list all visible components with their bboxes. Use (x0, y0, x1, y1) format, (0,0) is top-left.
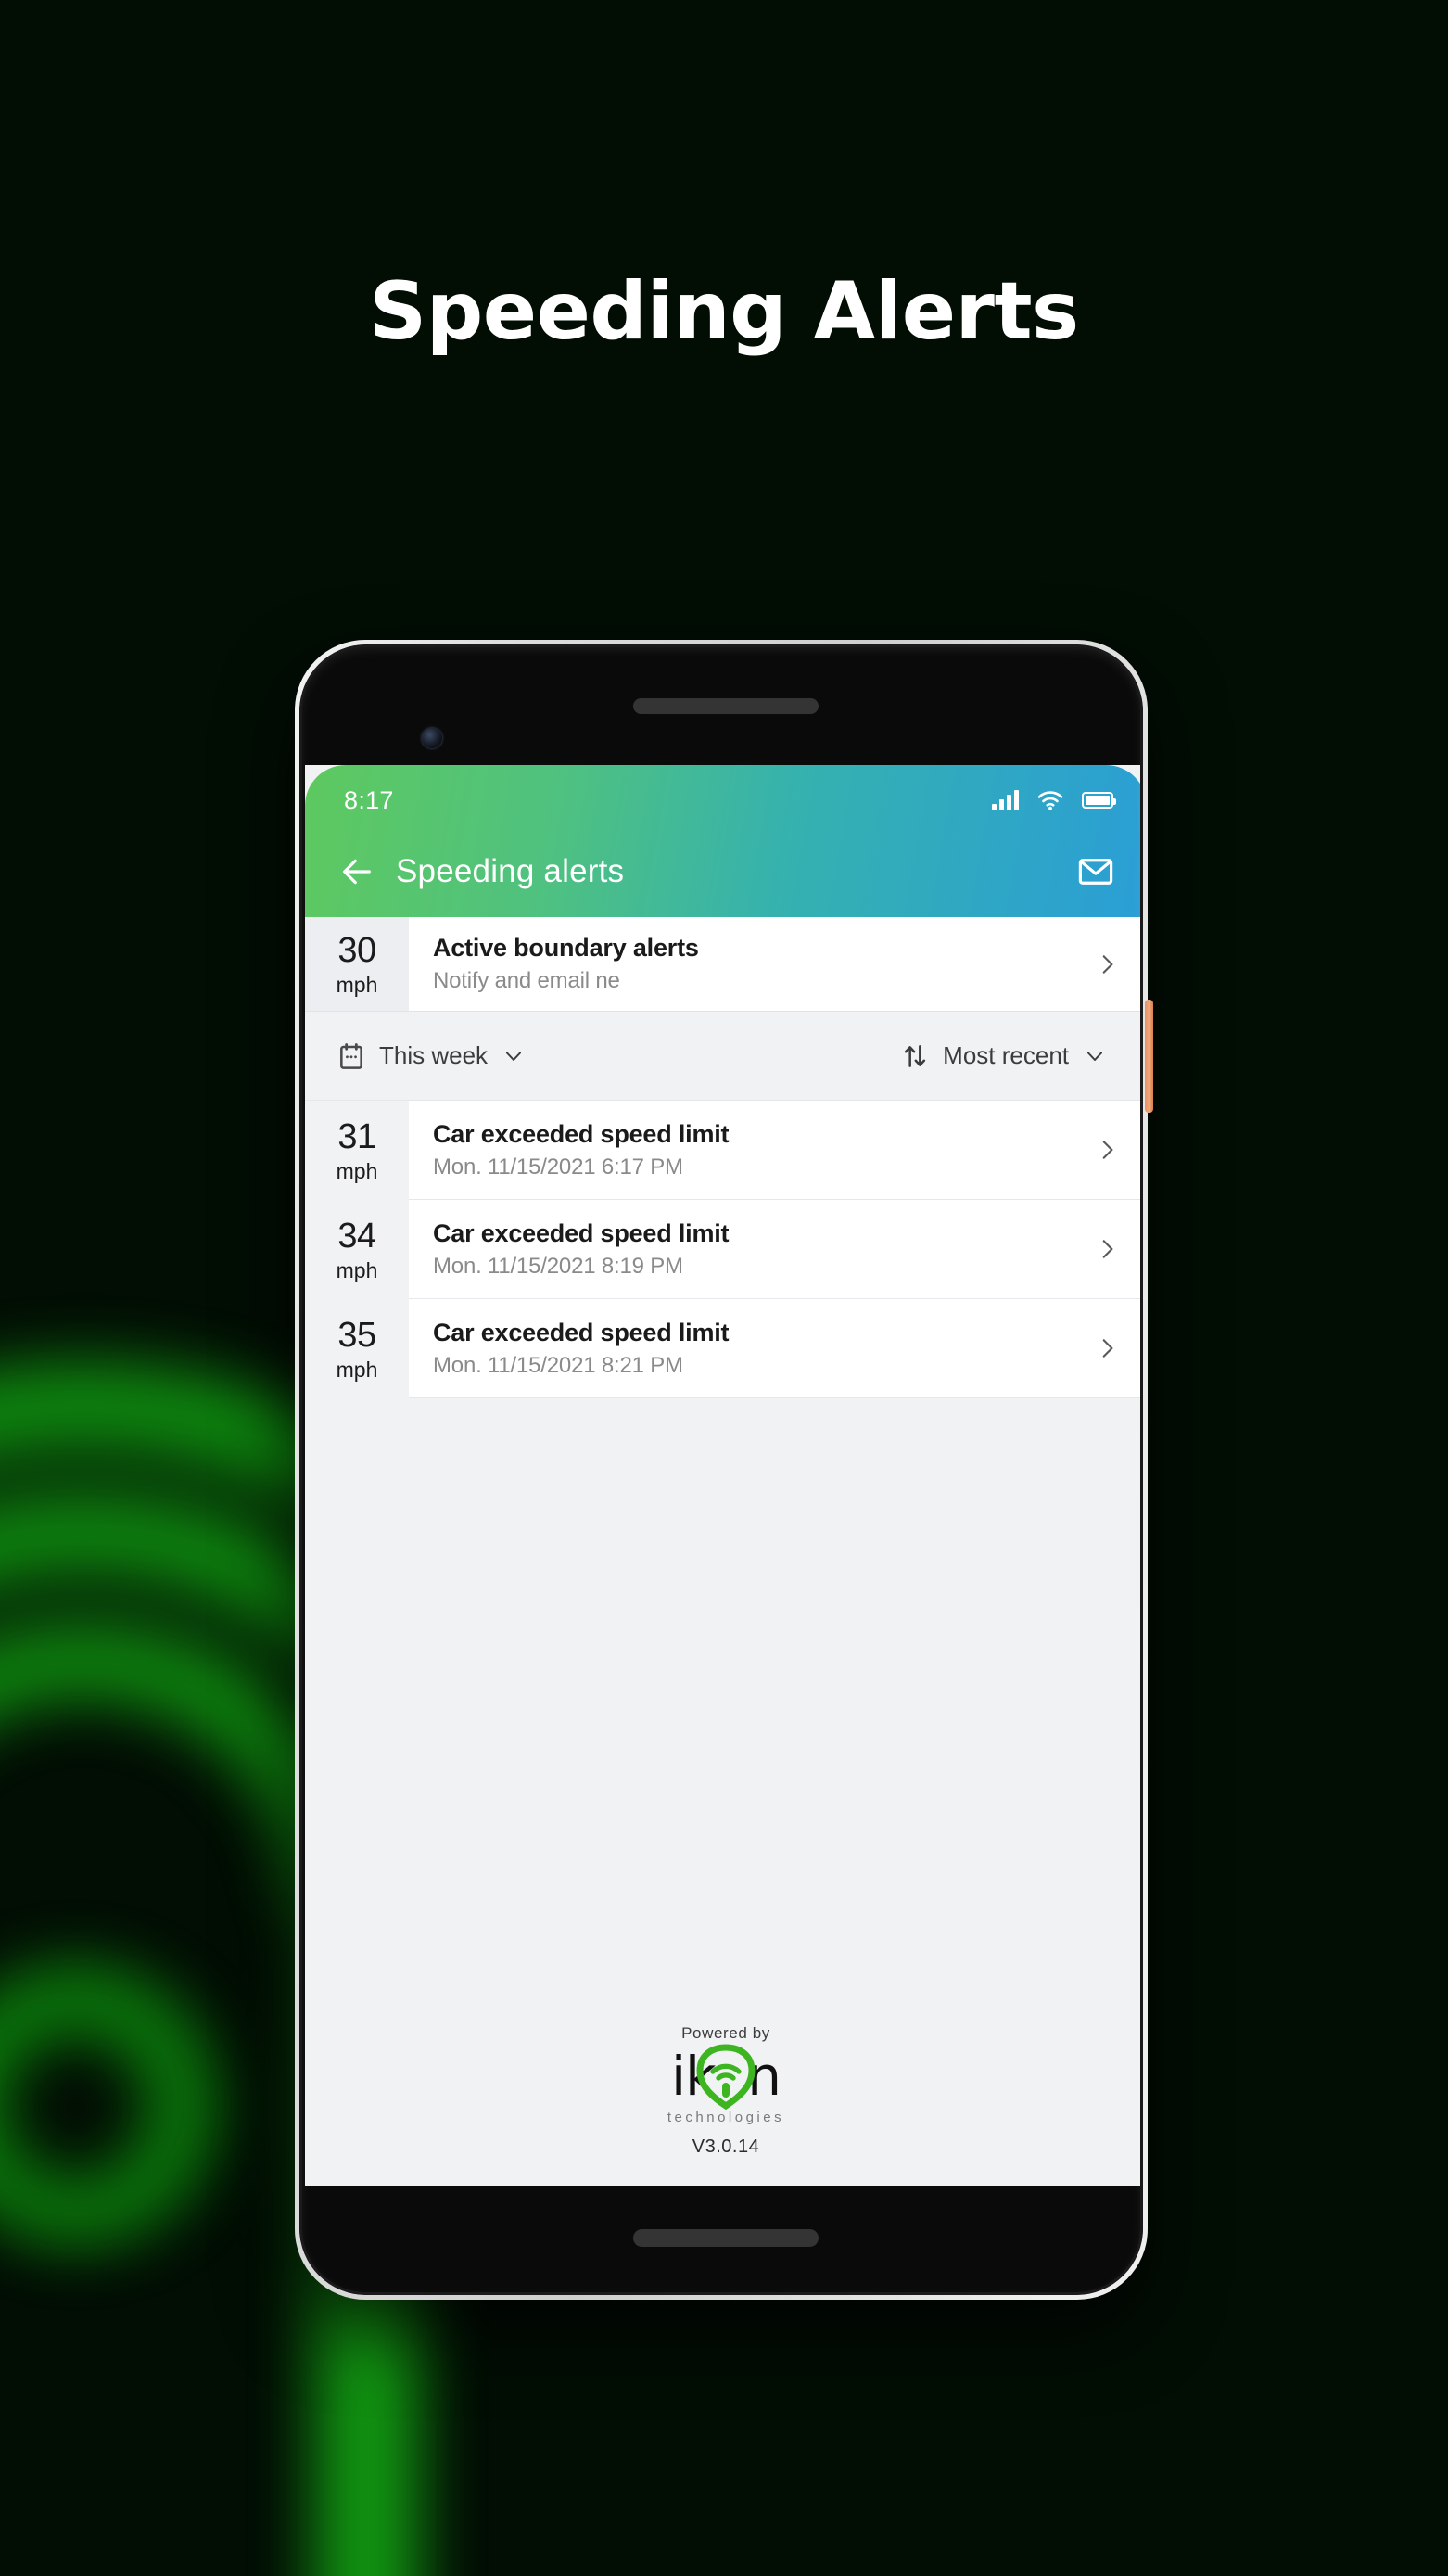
status-time: 8:17 (344, 785, 394, 814)
alert-row-texts: Car exceeded speed limit Mon. 11/15/2021… (433, 1318, 730, 1379)
alert-row-content: Car exceeded speed limit Mon. 11/15/2021… (409, 1299, 1143, 1398)
alert-speed-unit: mph (336, 1158, 378, 1183)
phone-body: 8:17 Speeding alerts 30 mph Active bound… (299, 644, 1143, 2295)
app-footer: Powered by ik o n technologies V3.0. (305, 2024, 1143, 2186)
alert-speed-value: 35 (337, 1315, 376, 1355)
date-filter-dropdown[interactable]: This week (337, 1041, 525, 1071)
alert-title: Car exceeded speed limit (433, 1318, 730, 1346)
boundary-row-texts: Active boundary alerts Notify and email … (433, 934, 699, 994)
alert-speed-cell: 31 mph (305, 1101, 409, 1200)
list-item[interactable]: 35 mph Car exceeded speed limit Mon. 11/… (305, 1299, 1143, 1398)
date-filter-label: This week (379, 1041, 489, 1069)
chevron-down-icon (506, 1052, 522, 1061)
phone-mockup: 8:17 Speeding alerts 30 mph Active bound… (295, 640, 1153, 2300)
calendar-icon (340, 1042, 362, 1069)
list-item[interactable]: 34 mph Car exceeded speed limit Mon. 11/… (305, 1200, 1143, 1299)
active-boundary-alerts-row[interactable]: 30 mph Active boundary alerts Notify and… (305, 917, 1143, 1012)
alert-speed-value: 31 (337, 1116, 376, 1156)
sort-icon (905, 1044, 926, 1067)
alert-timestamp: Mon. 11/15/2021 8:21 PM (433, 1352, 683, 1378)
app-bar-title: Speeding alerts (396, 853, 625, 889)
chevron-right-icon[interactable] (1095, 952, 1119, 976)
app-header: 8:17 Speeding alerts (305, 765, 1143, 917)
ikon-tagline: technologies (667, 2110, 785, 2125)
background-pin-shape (0, 1907, 273, 2302)
alert-row-texts: Car exceeded speed limit Mon. 11/15/2021… (433, 1218, 730, 1280)
chevron-down-icon (1087, 1052, 1102, 1061)
page-title: Speeding Alerts (369, 265, 1079, 358)
alert-row-texts: Car exceeded speed limit Mon. 11/15/2021… (433, 1119, 730, 1180)
alert-speed-unit: mph (336, 1257, 378, 1282)
alert-speed-cell: 34 mph (305, 1200, 409, 1299)
alert-timestamp: Mon. 11/15/2021 6:17 PM (433, 1154, 683, 1180)
sort-filter-dropdown[interactable]: Most recent (900, 1041, 1106, 1071)
powered-by-label: Powered by (681, 2024, 770, 2042)
signal-icon (992, 790, 1019, 810)
alert-row-content: Car exceeded speed limit Mon. 11/15/2021… (409, 1101, 1143, 1200)
phone-screen: 8:17 Speeding alerts 30 mph Active bound… (305, 765, 1143, 2186)
alert-speed-unit: mph (336, 1357, 378, 1382)
status-bar: 8:17 (305, 774, 1143, 826)
ikon-logo-right: n (747, 2045, 781, 2108)
screenshot-stage: Speeding Alerts 8:17 Speeding alerts 30 … (0, 0, 1448, 2576)
earpiece-speaker (633, 698, 819, 714)
status-icons (992, 789, 1116, 811)
alert-timestamp: Mon. 11/15/2021 8:19 PM (433, 1253, 683, 1279)
front-camera-icon (422, 728, 442, 748)
mail-icon[interactable] (1076, 852, 1115, 891)
app-version: V3.0.14 (692, 2136, 760, 2157)
boundary-row-content: Active boundary alerts Notify and email … (409, 917, 1143, 1011)
ikon-logo: ik o n (671, 2044, 781, 2110)
wifi-icon (1037, 791, 1063, 810)
alert-title: Car exceeded speed limit (433, 1218, 730, 1247)
chevron-right-icon[interactable] (1095, 1237, 1119, 1261)
chevron-right-icon[interactable] (1095, 1336, 1119, 1360)
power-button[interactable] (1145, 1000, 1153, 1113)
boundary-row-subtitle: Notify and email ne (433, 968, 620, 993)
back-arrow-icon[interactable] (338, 853, 375, 890)
battery-icon (1082, 792, 1116, 809)
boundary-speed-cell: 30 mph (305, 917, 409, 1011)
alert-speed-value: 34 (337, 1216, 376, 1256)
speeding-alert-list: 31 mph Car exceeded speed limit Mon. 11/… (305, 1101, 1143, 2024)
alert-speed-cell: 35 mph (305, 1299, 409, 1398)
alert-title: Car exceeded speed limit (433, 1119, 730, 1148)
sort-filter-label: Most recent (943, 1041, 1069, 1069)
boundary-speed-value: 30 (337, 930, 376, 970)
bottom-speaker (633, 2229, 819, 2247)
app-bar: Speeding alerts (305, 826, 1143, 917)
alert-row-content: Car exceeded speed limit Mon. 11/15/2021… (409, 1200, 1143, 1299)
boundary-speed-unit: mph (336, 972, 378, 997)
filter-bar: This week Most recent (305, 1012, 1143, 1101)
boundary-row-title: Active boundary alerts (433, 934, 699, 962)
list-item[interactable]: 31 mph Car exceeded speed limit Mon. 11/… (305, 1101, 1143, 1200)
ikon-logo-left: ik (671, 2045, 717, 2108)
background-pin-hole (0, 2031, 152, 2183)
chevron-right-icon[interactable] (1095, 1138, 1119, 1162)
